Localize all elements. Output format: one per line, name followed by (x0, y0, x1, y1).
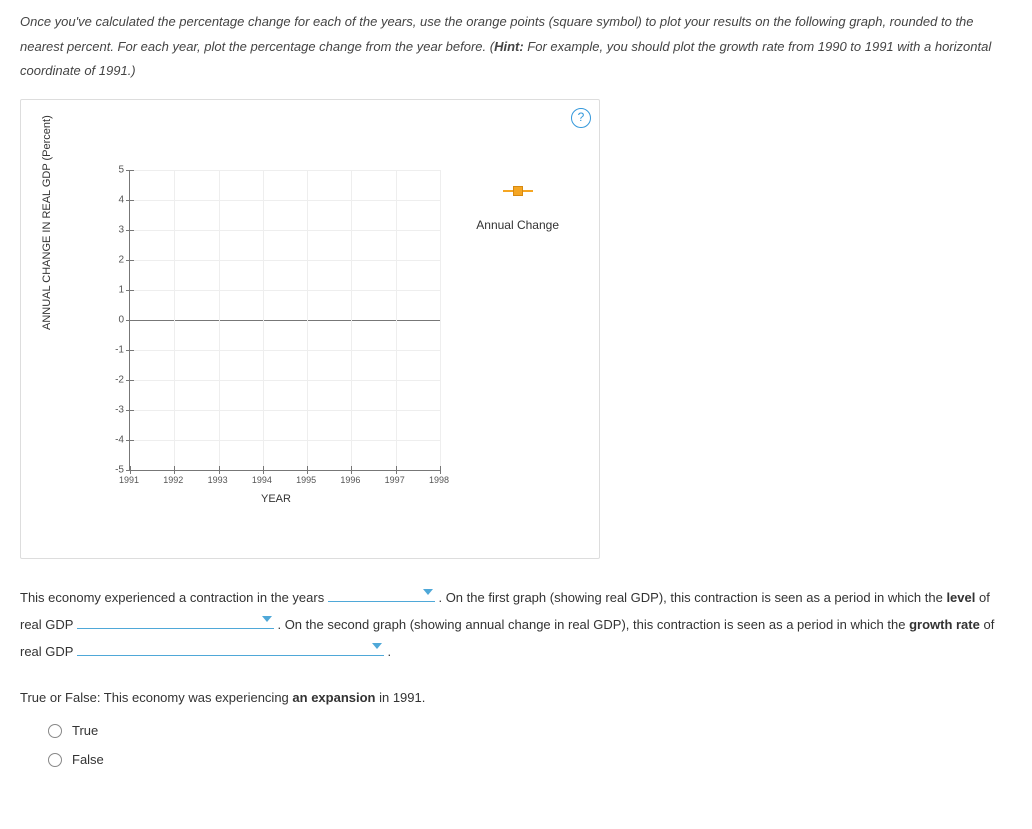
y-tick (126, 200, 134, 201)
y-tick-label: 1 (104, 285, 124, 296)
legend-annual-change[interactable]: Annual Change (476, 185, 559, 232)
square-point-icon (503, 185, 533, 197)
radio-group: True False (48, 723, 1012, 767)
q-text: This economy experienced a contraction i… (20, 590, 328, 605)
x-tick-label: 1996 (335, 475, 365, 485)
y-tick-label: -4 (104, 435, 124, 446)
x-tick (440, 466, 441, 474)
x-tick (263, 466, 264, 474)
y-tick-label: -5 (104, 465, 124, 476)
x-tick-label: 1995 (291, 475, 321, 485)
help-button[interactable]: ? (571, 108, 591, 128)
level-word: level (946, 590, 975, 605)
help-icon: ? (578, 110, 585, 124)
gridline-h (130, 230, 440, 231)
instructions-text: Once you've calculated the percentage ch… (20, 10, 1012, 84)
y-tick-label: -3 (104, 405, 124, 416)
gridline-h (130, 170, 440, 171)
y-tick-label: 5 (104, 165, 124, 176)
y-tick-label: -1 (104, 345, 124, 356)
x-tick (351, 466, 352, 474)
radio-option-false[interactable]: False (48, 752, 1012, 767)
x-tick (307, 466, 308, 474)
y-tick (126, 320, 134, 321)
x-tick (174, 466, 175, 474)
gridline-v (440, 170, 441, 470)
x-axis-title: YEAR (261, 493, 291, 505)
gridline-v (174, 170, 175, 470)
radio-icon (48, 724, 62, 738)
hint-label: Hint: (494, 39, 524, 54)
y-tick-label: 3 (104, 225, 124, 236)
x-tick-label: 1993 (203, 475, 233, 485)
x-tick-label: 1994 (247, 475, 277, 485)
gridline-h (130, 200, 440, 201)
y-tick (126, 230, 134, 231)
y-tick (126, 290, 134, 291)
q-text: . (387, 644, 391, 659)
q-text: . On the first graph (showing real GDP),… (438, 590, 946, 605)
y-tick-label: 4 (104, 195, 124, 206)
y-tick (126, 380, 134, 381)
dropdown-years[interactable] (328, 584, 435, 602)
zero-line (130, 320, 440, 321)
graph-panel[interactable]: ? ANNUAL CHANGE IN REAL GDP (Percent) YE… (20, 99, 600, 559)
gridline-h (130, 440, 440, 441)
gridline-v (219, 170, 220, 470)
q-text: . On the second graph (showing annual ch… (277, 617, 909, 632)
x-tick (130, 466, 131, 474)
radio-label: False (72, 752, 104, 767)
x-tick (396, 466, 397, 474)
plot-area[interactable]: 5 4 3 2 1 0 -1 -2 -3 -4 -5 1991 1992 199… (89, 170, 439, 490)
tf-prompt-bold: an expansion (292, 690, 375, 705)
y-tick-label: 2 (104, 255, 124, 266)
gridline-h (130, 410, 440, 411)
radio-label: True (72, 723, 98, 738)
legend-label: Annual Change (476, 218, 559, 232)
gridline-v (351, 170, 352, 470)
x-tick-label: 1998 (424, 475, 454, 485)
gridline-h (130, 380, 440, 381)
radio-icon (48, 753, 62, 767)
x-tick-label: 1991 (114, 475, 144, 485)
gridline-v (396, 170, 397, 470)
y-axis-title: ANNUAL CHANGE IN REAL GDP (Percent) (41, 115, 53, 330)
plot-grid[interactable] (129, 170, 440, 471)
y-tick (126, 260, 134, 261)
tf-prompt-b: in 1991. (375, 690, 425, 705)
gridline-v (307, 170, 308, 470)
growth-word: growth rate (909, 617, 980, 632)
x-tick (219, 466, 220, 474)
gridline-h (130, 350, 440, 351)
y-tick-label: 0 (104, 315, 124, 326)
radio-option-true[interactable]: True (48, 723, 1012, 738)
gridline-v (263, 170, 264, 470)
y-tick (126, 440, 134, 441)
y-tick (126, 350, 134, 351)
gridline-h (130, 290, 440, 291)
y-tick (126, 170, 134, 171)
y-tick (126, 410, 134, 411)
dropdown-level-behavior[interactable] (77, 611, 274, 629)
tf-prompt-a: True or False: This economy was experien… (20, 690, 292, 705)
gridline-h (130, 260, 440, 261)
true-false-question: True or False: This economy was experien… (20, 690, 1012, 705)
fill-in-question: This economy experienced a contraction i… (20, 584, 1012, 665)
y-tick-label: -2 (104, 375, 124, 386)
x-tick-label: 1992 (158, 475, 188, 485)
dropdown-growth-behavior[interactable] (77, 638, 384, 656)
x-tick-label: 1997 (380, 475, 410, 485)
